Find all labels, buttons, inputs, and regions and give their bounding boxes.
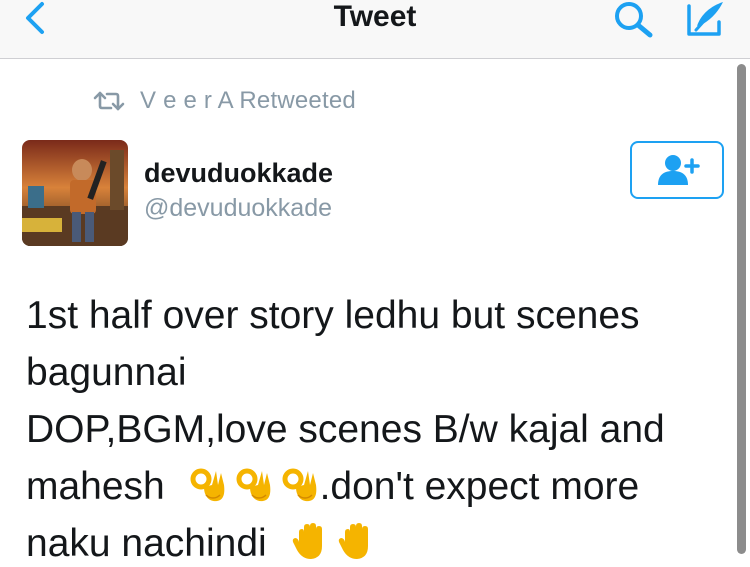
follow-button[interactable] [630,141,724,199]
navigation-bar: Tweet [0,0,750,59]
tweet-text-segment: .don't expect more [319,465,640,508]
avatar-image [22,140,128,246]
search-button[interactable] [606,0,660,40]
raised-hand-emoji [290,522,330,562]
author-name[interactable]: devuduokkade [144,158,333,189]
tweet-line: bagunnai [26,351,187,394]
raised-hand-emoji [336,522,376,562]
tweet-line: naku nachindi [26,515,716,567]
author-handle[interactable]: @devuduokkade [144,194,332,223]
compose-icon [687,2,723,36]
ok-hand-emoji [280,465,320,505]
compose-button[interactable] [680,0,730,40]
retweet-context[interactable]: V e e r A Retweeted [92,86,356,116]
ok-hand-emoji [188,465,228,505]
avatar[interactable] [22,140,128,246]
tweet-line: 1st half over story ledhu but scenes [26,294,640,337]
scrollbar[interactable] [737,64,746,554]
tweet-text-segment: naku nachindi [26,522,267,565]
retweet-icon [93,91,125,111]
tweet-detail-screen: Tweet V e e r A Retweeted devuduokkade @… [0,0,750,567]
search-icon [615,2,653,38]
tweet-text: 1st half over story ledhu but scenes bag… [26,287,716,567]
tweet-line: mahesh .don't expect more [26,458,716,515]
tweet-text-segment: mahesh [26,465,165,508]
retweet-context-text: V e e r A Retweeted [140,87,356,114]
ok-hand-emoji [234,465,274,505]
tweet-line: DOP,BGM,love scenes B/w kajal and [26,408,665,451]
add-user-icon [658,155,700,185]
